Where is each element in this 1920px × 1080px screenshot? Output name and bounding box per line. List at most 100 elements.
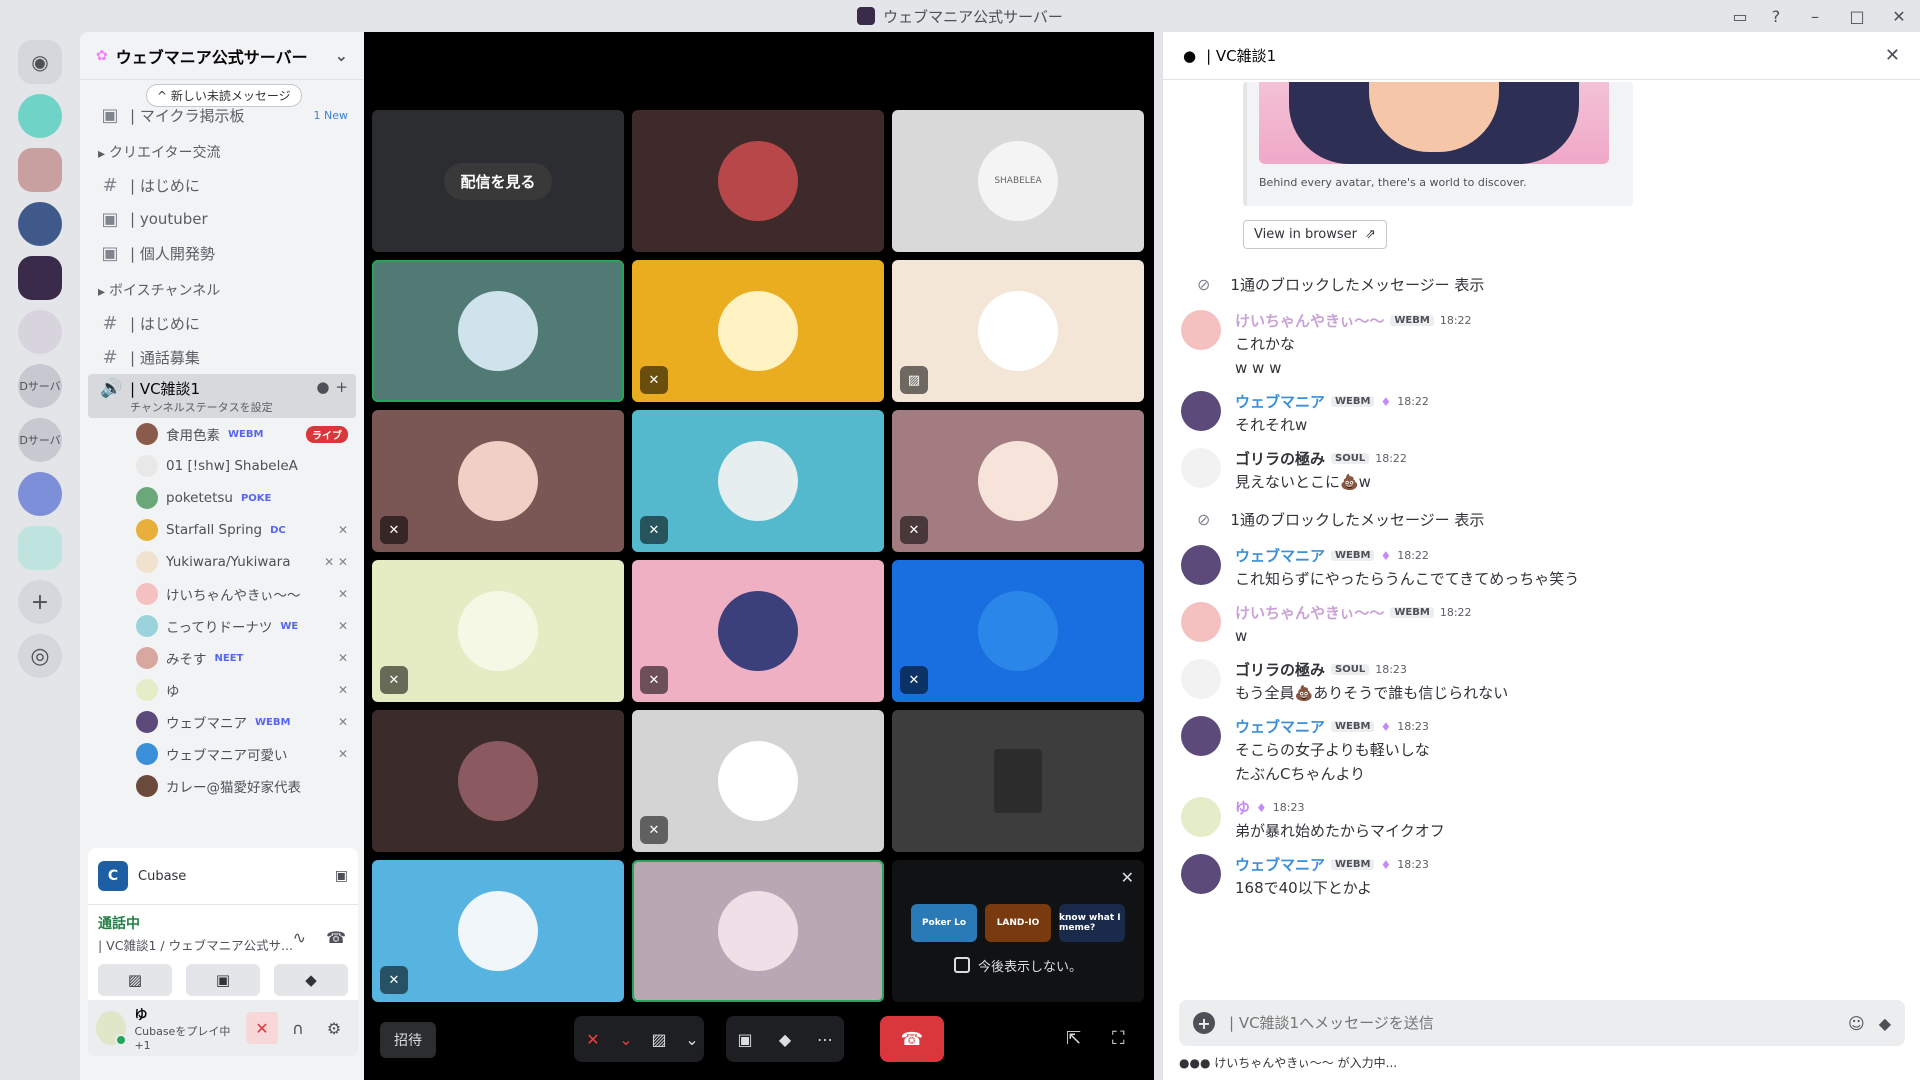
explore-icon[interactable]: ◎: [18, 634, 62, 678]
voice-member[interactable]: けいちゃんやきぃ～～ ✕: [88, 578, 356, 610]
blocked-message[interactable]: ⊘ 1通のブロックしたメッセージー 表示: [1163, 264, 1920, 304]
participant-tile[interactable]: ✕: [892, 560, 1144, 702]
category-creator[interactable]: ▸ クリエイター交流: [88, 132, 356, 168]
server-icon-1[interactable]: [18, 94, 62, 138]
category-voice[interactable]: ▸ ボイスチャンネル: [88, 270, 356, 306]
close-icon[interactable]: ✕: [1885, 45, 1900, 66]
screen-share-icon[interactable]: ▣: [726, 1016, 764, 1062]
channel-creator-intro[interactable]: # | はじめに: [88, 168, 356, 202]
channel-voice-intro[interactable]: # | はじめに: [88, 306, 356, 340]
inbox-icon[interactable]: ▭: [1722, 0, 1758, 32]
avatar[interactable]: [1181, 545, 1221, 585]
author-name[interactable]: ウェブマニア: [1235, 854, 1325, 875]
voice-member[interactable]: poketetsu POKE: [88, 482, 356, 514]
add-member-icon[interactable]: +: [335, 378, 348, 396]
voice-member[interactable]: みそす NEET ✕: [88, 642, 356, 674]
avatar[interactable]: [1181, 310, 1221, 350]
invite-button[interactable]: 招待: [380, 1022, 436, 1058]
participant-tile[interactable]: ✕: [372, 860, 624, 1002]
avatar[interactable]: [1181, 391, 1221, 431]
activity-icon[interactable]: ◆: [1879, 1014, 1891, 1033]
camera-off-button[interactable]: ▨: [98, 964, 172, 996]
channel-youtuber[interactable]: ▣ | youtuber: [88, 202, 356, 236]
emoji-icon[interactable]: ☺: [1848, 1014, 1865, 1033]
activity-card[interactable]: C Cubase ▣: [88, 848, 358, 904]
chevron-down-icon[interactable]: ⌄: [680, 1016, 704, 1062]
author-name[interactable]: ウェブマニア: [1235, 391, 1325, 412]
maximize-button[interactable]: □: [1836, 0, 1878, 32]
headphones-icon[interactable]: ∩: [282, 1012, 314, 1044]
avatar[interactable]: [1181, 797, 1221, 837]
dont-show-again-checkbox[interactable]: 今後表示しない。: [953, 956, 1082, 975]
more-icon[interactable]: ⋯: [806, 1016, 844, 1062]
user-name[interactable]: ゆ: [134, 1004, 238, 1023]
channel-indie-dev[interactable]: ▣ | 個人開発勢: [88, 236, 356, 270]
watch-stream-button[interactable]: 配信を見る: [444, 162, 552, 200]
voice-member[interactable]: カレー@猫愛好家代表: [88, 770, 356, 802]
server-icon-7[interactable]: [18, 526, 62, 570]
leave-call-button[interactable]: ☎: [880, 1016, 944, 1062]
voice-member[interactable]: 食用色素 WEBM ライブ: [88, 418, 356, 450]
avatar[interactable]: [1181, 716, 1221, 756]
voice-member[interactable]: こってりドーナツ WE ✕: [88, 610, 356, 642]
participant-tile[interactable]: [632, 110, 884, 252]
checkbox[interactable]: [953, 957, 970, 973]
message-input[interactable]: [1229, 1014, 1834, 1032]
voice-member[interactable]: ゆ ✕: [88, 674, 356, 706]
activity-icon[interactable]: ◆: [766, 1016, 804, 1062]
noise-suppression-icon[interactable]: ∿: [293, 928, 306, 947]
fullscreen-icon[interactable]: ⛶: [1112, 1028, 1125, 1049]
popout-icon[interactable]: ⇱: [1066, 1028, 1081, 1049]
author-name[interactable]: ゴリラの極み: [1235, 448, 1325, 469]
channel-status[interactable]: チャンネルステータスを設定: [130, 399, 273, 415]
server-icon-2[interactable]: [18, 148, 62, 192]
folder-label-1[interactable]: Dサーバ: [18, 364, 62, 408]
add-server-icon[interactable]: +: [18, 580, 62, 624]
server-icon-6[interactable]: [18, 472, 62, 516]
avatar[interactable]: [1181, 854, 1221, 894]
voice-member[interactable]: Starfall Spring DC ✕: [88, 514, 356, 546]
disconnect-icon[interactable]: ☎: [326, 928, 346, 947]
avatar[interactable]: [96, 1011, 128, 1046]
avatar[interactable]: [1181, 448, 1221, 488]
folder-label-2[interactable]: Dサーバ: [18, 418, 62, 462]
server-icon-5[interactable]: [18, 310, 62, 354]
author-name[interactable]: けいちゃんやきぃ～～: [1235, 310, 1384, 331]
view-in-browser-button[interactable]: View in browser ⇗: [1243, 220, 1387, 249]
participant-tile[interactable]: ✕: [372, 560, 624, 702]
embed-image[interactable]: [1259, 82, 1609, 164]
mic-muted-icon[interactable]: ✕: [574, 1016, 612, 1062]
participant-tile[interactable]: [892, 710, 1144, 852]
stream-tile[interactable]: 配信を見る: [372, 110, 624, 252]
server-icon-3[interactable]: [18, 202, 62, 246]
participant-tile[interactable]: SHABELEA: [892, 110, 1144, 252]
chat-bubble-icon[interactable]: ●: [316, 378, 329, 396]
participant-tile[interactable]: ✕: [892, 410, 1144, 552]
participant-tile-speaking[interactable]: [372, 260, 624, 402]
mic-muted-icon[interactable]: ✕: [246, 1012, 278, 1044]
server-header[interactable]: ✿ ウェブマニア公式サーバー ⌄: [80, 32, 364, 80]
screen-share-button[interactable]: ▣: [186, 964, 260, 996]
avatar[interactable]: [1181, 602, 1221, 642]
author-name[interactable]: けいちゃんやきぃ～～: [1235, 602, 1384, 623]
activity-game[interactable]: Poker Lo: [911, 903, 977, 942]
camera-off-icon[interactable]: ▨: [640, 1016, 678, 1062]
voice-member[interactable]: 01 [!shw] ShabeleA: [88, 450, 356, 482]
close-window-button[interactable]: ✕: [1878, 0, 1920, 32]
participant-tile[interactable]: ▨: [892, 260, 1144, 402]
participant-tile[interactable]: ✕: [632, 410, 884, 552]
gear-icon[interactable]: ⚙: [318, 1012, 350, 1044]
author-name[interactable]: ウェブマニア: [1235, 716, 1325, 737]
avatar[interactable]: [1181, 659, 1221, 699]
author-name[interactable]: ウェブマニア: [1235, 545, 1325, 566]
close-icon[interactable]: ✕: [1121, 868, 1134, 887]
participant-tile[interactable]: ✕: [372, 410, 624, 552]
blocked-message[interactable]: ⊘ 1通のブロックしたメッセージー 表示: [1163, 499, 1920, 539]
participant-tile[interactable]: ✕: [632, 710, 884, 852]
new-messages-pill[interactable]: ^ 新しい未読メッセージ: [146, 84, 302, 107]
activity-button[interactable]: ◆: [274, 964, 348, 996]
channel-vc-chat-1[interactable]: 🔊 | VC雑談1 チャンネルステータスを設定 ● +: [88, 374, 356, 418]
voice-member[interactable]: ウェブマニア可愛い ✕: [88, 738, 356, 770]
channel-call-recruit[interactable]: # | 通話募集: [88, 340, 356, 374]
participant-tile[interactable]: ✕: [632, 260, 884, 402]
